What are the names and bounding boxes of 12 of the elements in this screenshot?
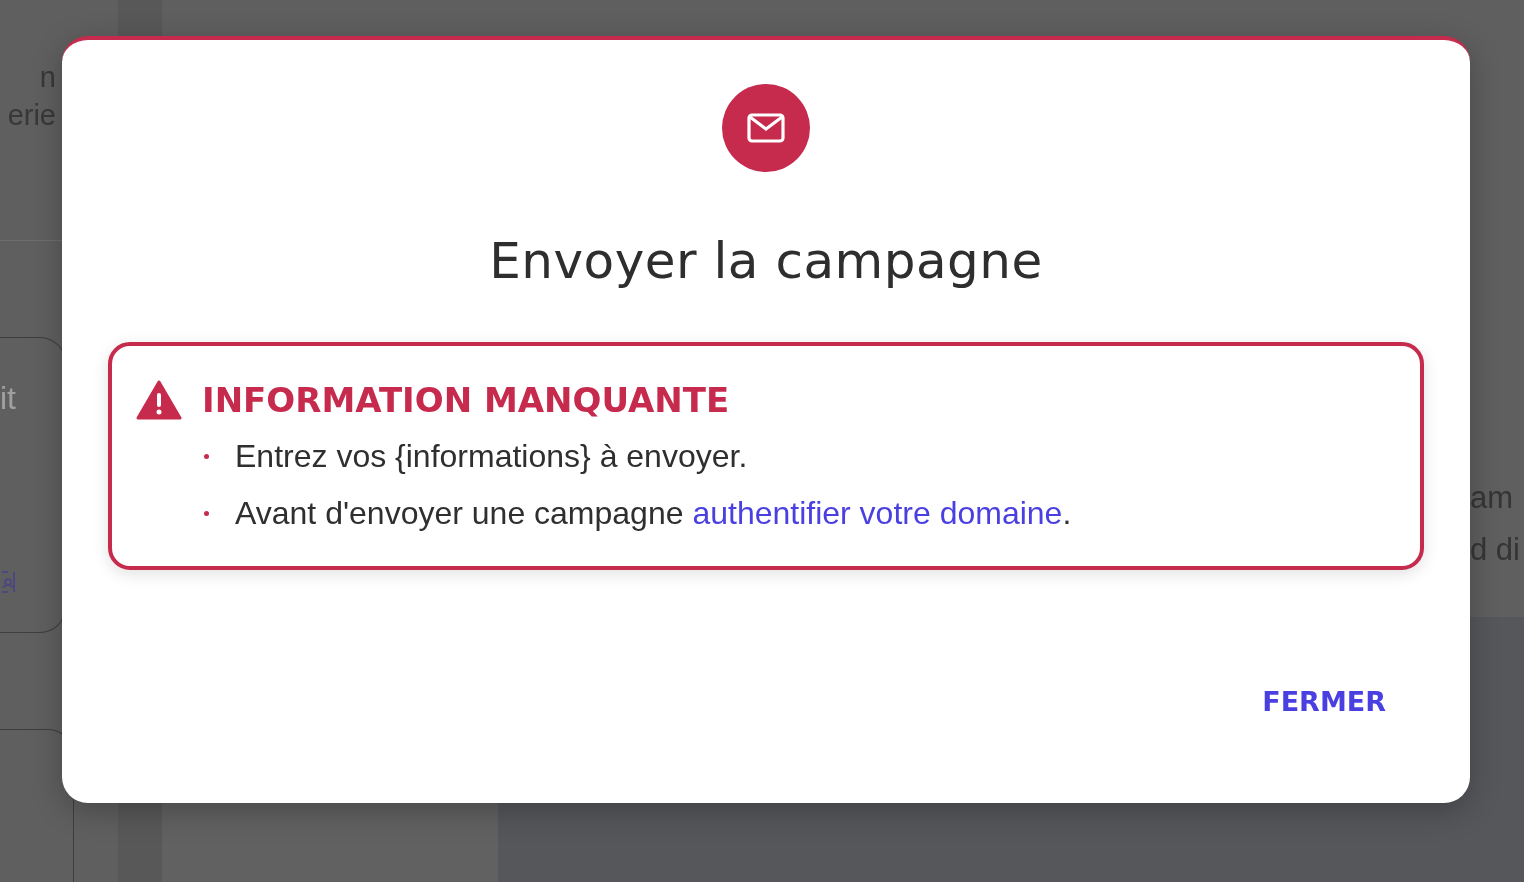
bullet-dot xyxy=(204,454,209,459)
dialog-title: Envoyer la campagne xyxy=(489,232,1043,290)
close-button[interactable]: FERMER xyxy=(1262,682,1386,721)
alert-message: Avant d'envoyer une campagne authentifier votre domaine. xyxy=(235,495,1072,532)
alert-message: Entrez vos {informations} à envoyer. xyxy=(235,438,748,475)
bullet-dot xyxy=(204,511,209,516)
envelope-icon xyxy=(747,113,785,143)
person-icon xyxy=(0,568,16,596)
warning-icon xyxy=(136,380,182,420)
background-text: it xyxy=(0,380,17,417)
authenticate-link[interactable]: authentifier votre domaine xyxy=(692,495,1063,531)
alert-heading: INFORMATION MANQUANTE xyxy=(202,380,730,420)
